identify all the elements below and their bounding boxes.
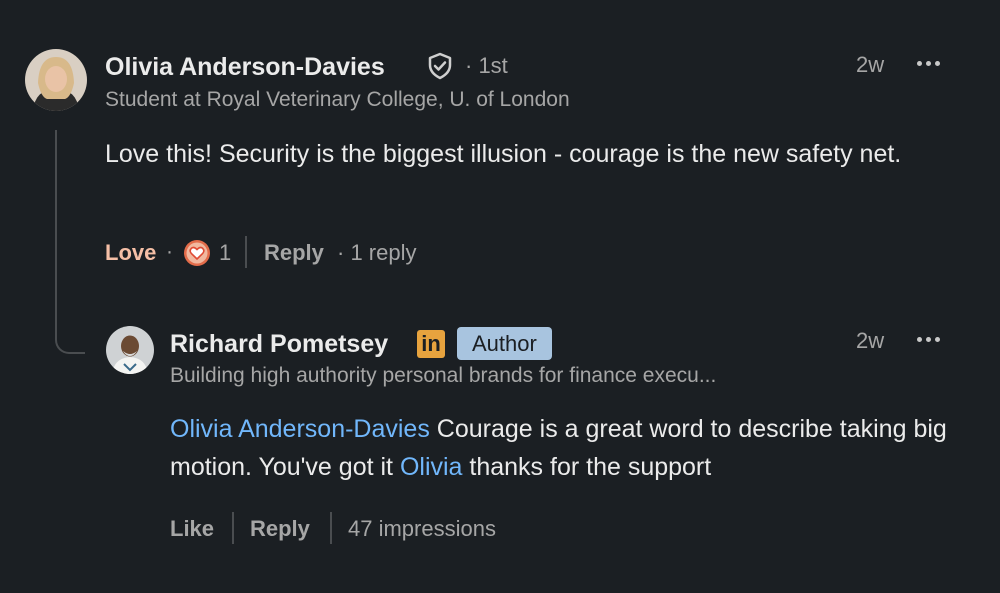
reply-text-part: thanks for the support: [462, 453, 712, 481]
linkedin-icon: in: [417, 330, 445, 358]
reply-author-name[interactable]: Richard Pometsey: [170, 330, 388, 359]
connection-degree: · 1st: [465, 53, 508, 78]
more-horizontal-icon[interactable]: [917, 61, 940, 66]
action-divider: [330, 512, 332, 544]
reply-button[interactable]: Reply: [250, 516, 310, 542]
reply-text: Olivia Anderson-Davies Courage is a grea…: [170, 410, 960, 486]
love-reaction-button[interactable]: Love: [105, 240, 156, 266]
comment-timestamp: 2w: [856, 52, 885, 77]
reply-button[interactable]: Reply: [264, 240, 324, 266]
comment-text: Love this! Security is the biggest illus…: [105, 140, 902, 168]
like-button[interactable]: Like: [170, 516, 214, 542]
comment-author-headline: Student at Royal Veterinary College, U. …: [105, 88, 570, 111]
reaction-separator: ·: [166, 240, 173, 263]
action-divider: [232, 512, 234, 544]
mention-link[interactable]: Olivia: [400, 453, 463, 481]
mention-link[interactable]: Olivia Anderson-Davies: [170, 415, 430, 443]
more-horizontal-icon[interactable]: [917, 337, 940, 342]
reply-count[interactable]: · 1 reply: [337, 240, 416, 266]
avatar-richard[interactable]: [106, 326, 154, 374]
action-divider: [245, 236, 247, 268]
shield-check-icon: [426, 52, 454, 80]
author-badge: Author: [457, 327, 552, 360]
thread-line: [55, 130, 85, 354]
heart-reaction-icon[interactable]: [183, 239, 211, 267]
reply-author-headline: Building high authority personal brands …: [170, 364, 717, 387]
comment-author-name[interactable]: Olivia Anderson-Davies: [105, 53, 385, 82]
avatar-olivia[interactable]: [25, 49, 87, 111]
impressions-count[interactable]: 47 impressions: [348, 516, 496, 542]
reaction-count[interactable]: 1: [219, 240, 231, 266]
reply-timestamp: 2w: [856, 328, 885, 353]
